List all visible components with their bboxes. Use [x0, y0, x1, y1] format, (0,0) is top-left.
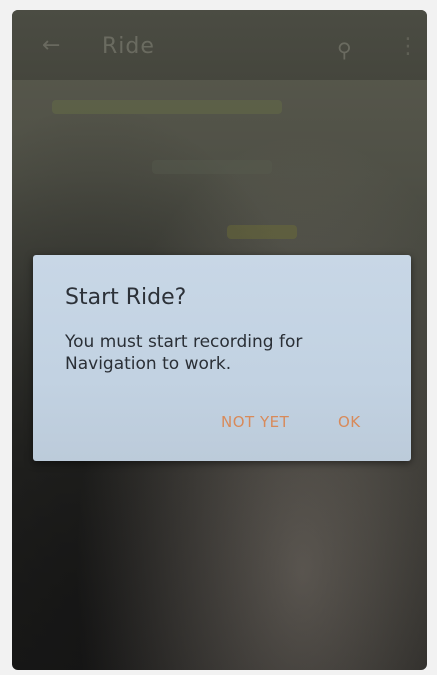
overflow-menu-icon[interactable]: ⋮	[397, 34, 419, 59]
start-ride-dialog: Start Ride? You must start recording for…	[33, 255, 411, 461]
photo-frame: ← Ride ⚲ ⋮ Start Ride? You must start re…	[0, 0, 437, 675]
ok-button[interactable]: OK	[338, 413, 361, 431]
app-bar: ← Ride ⚲ ⋮	[12, 10, 427, 80]
back-arrow-icon[interactable]: ←	[42, 35, 62, 57]
not-yet-button[interactable]: NOT YET	[221, 413, 289, 431]
background-content-line	[152, 160, 272, 174]
app-title: Ride	[102, 34, 155, 59]
background-content-line	[52, 100, 282, 114]
phone-screen: ← Ride ⚲ ⋮ Start Ride? You must start re…	[12, 10, 427, 670]
dialog-title: Start Ride?	[65, 285, 187, 310]
dialog-message: You must start recording for Navigation …	[65, 332, 303, 374]
bike-icon[interactable]: ⚲	[337, 38, 352, 62]
background-content-line	[227, 225, 297, 239]
